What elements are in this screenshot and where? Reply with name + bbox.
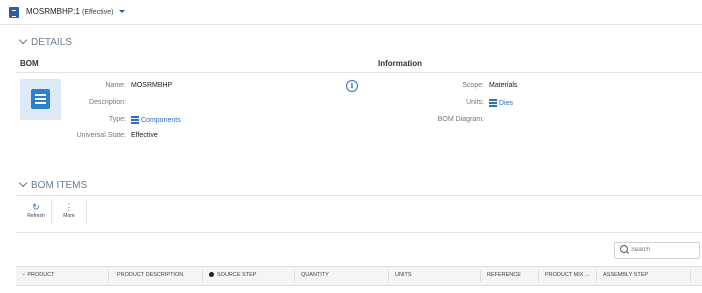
- more-button[interactable]: ⋮ More: [56, 202, 82, 224]
- refresh-button[interactable]: ↻ Refresh: [23, 202, 49, 224]
- details-section-label: DETAILS: [31, 37, 72, 48]
- column-separator: [690, 270, 691, 282]
- units-link[interactable]: Dies: [489, 99, 513, 107]
- column-separator: [538, 270, 539, 282]
- column-separator: [480, 270, 481, 282]
- type-label: Type:: [108, 116, 126, 123]
- chevron-down-icon: [18, 35, 28, 45]
- refresh-icon: ↻: [32, 202, 40, 212]
- search-icon: [620, 245, 628, 253]
- chevron-down-icon[interactable]: [118, 10, 125, 14]
- divider: [16, 232, 702, 233]
- toolbar-separator: [86, 200, 87, 224]
- more-label: More: [63, 213, 75, 219]
- information-heading: Information: [378, 59, 422, 68]
- title-bar: MOSRMBHP:1 (Effective): [0, 0, 702, 24]
- details-section-toggle[interactable]: DETAILS: [18, 35, 72, 48]
- column-separator: [294, 270, 295, 282]
- object-title: MOSRMBHP:1: [26, 7, 80, 16]
- units-value: Dies: [499, 100, 514, 107]
- product-tree-icon: ⑂: [22, 272, 26, 278]
- list-icon: [131, 116, 139, 124]
- chevron-down-icon: [18, 178, 28, 188]
- universal-state-value: Effective: [131, 132, 158, 139]
- bom-items-section-label: BOM ITEMS: [31, 180, 88, 191]
- more-vertical-icon: ⋮: [64, 202, 74, 212]
- divider: [0, 24, 702, 25]
- bom-diagram-label: BOM Diagram:: [437, 116, 484, 123]
- column-header-quantity[interactable]: QUANTITY: [301, 272, 329, 278]
- list-icon: [489, 99, 497, 107]
- column-separator: [202, 270, 203, 282]
- universal-state-label: Universal State:: [76, 132, 126, 139]
- refresh-label: Refresh: [27, 213, 45, 219]
- column-header-reference[interactable]: REFERENCE: [487, 272, 521, 278]
- column-separator: [596, 270, 597, 282]
- scope-label: Scope:: [462, 82, 484, 89]
- bom-document-icon: [9, 7, 19, 18]
- name-value: MOSRMBHP: [131, 82, 173, 89]
- name-label: Name:: [105, 82, 126, 89]
- search-box[interactable]: [614, 242, 700, 259]
- object-state: (Effective): [82, 9, 114, 16]
- column-header-source-step[interactable]: SOURCE STEP: [209, 272, 256, 278]
- column-separator: [108, 270, 109, 282]
- column-header-assembly-step[interactable]: ASSEMBLY STEP: [603, 272, 648, 278]
- info-icon[interactable]: i: [346, 80, 358, 92]
- divider: [16, 195, 702, 196]
- units-label: Units:: [466, 99, 484, 106]
- column-header-product-description[interactable]: PRODUCT DESCRIPTION: [117, 272, 183, 278]
- divider: [16, 72, 702, 73]
- description-label: Description:: [89, 99, 126, 106]
- bom-heading: BOM: [20, 59, 39, 68]
- column-header-product-mix[interactable]: PRODUCT MIX ...: [545, 272, 590, 278]
- column-header-product[interactable]: ⑂ PRODUCT: [22, 272, 55, 278]
- grid-header: ⑂ PRODUCT PRODUCT DESCRIPTION SOURCE STEP…: [16, 266, 702, 286]
- scope-value: Materials: [489, 82, 518, 89]
- type-link[interactable]: Components: [131, 116, 181, 124]
- column-separator: [388, 270, 389, 282]
- object-title-selector[interactable]: MOSRMBHP:1 (Effective): [26, 7, 125, 16]
- circle-icon: [209, 272, 214, 277]
- type-value: Components: [141, 117, 181, 124]
- bom-items-section-toggle[interactable]: BOM ITEMS: [18, 178, 88, 191]
- toolbar-separator: [51, 200, 52, 224]
- column-header-units[interactable]: UNITS: [395, 272, 412, 278]
- search-input[interactable]: [631, 245, 695, 255]
